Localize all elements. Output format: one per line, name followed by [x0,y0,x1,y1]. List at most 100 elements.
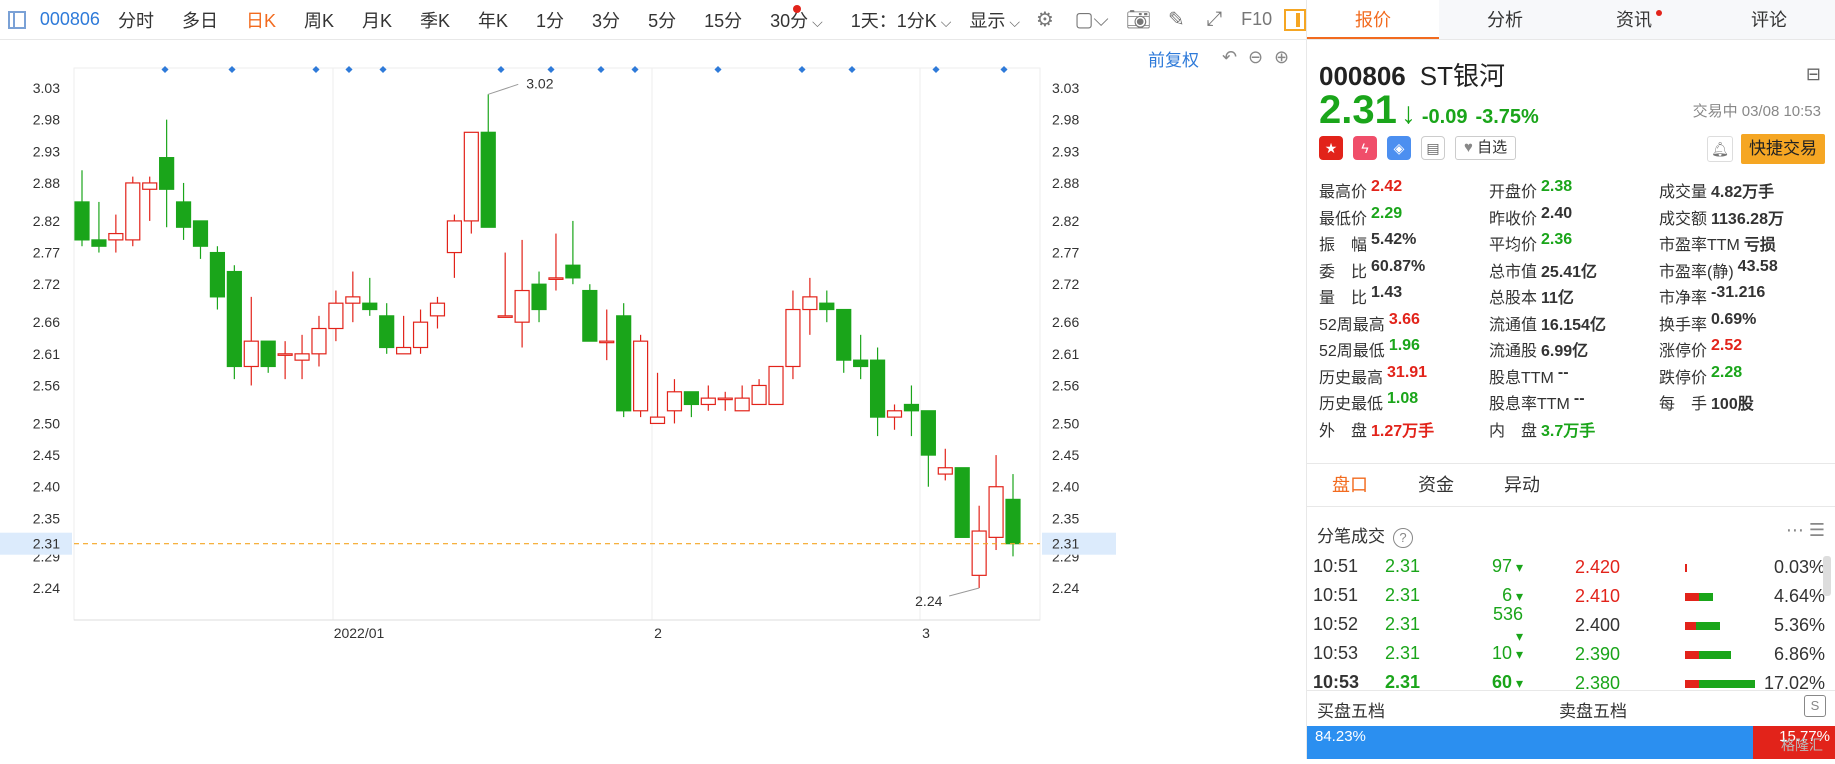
quote-value: 1.27万手 [1371,422,1435,440]
quote-cell: 市净率 -31.216 [1659,284,1829,311]
quote-row: 52周最高 3.66 流通值 16.154亿 换手率 0.69% [1319,311,1829,338]
f10-button[interactable]: F10 [1241,9,1272,30]
tick-list: 10:512.319710:512.31610:522.3153610:532.… [1313,552,1523,697]
ticks-title: 分笔成交? [1317,522,1413,548]
kline-chart[interactable]: 3.03 3.03 2.98 2.98 2.93 2.93 2.88 2.88 2.82 2.82… [0,40,1306,759]
candle-body [819,302,835,311]
candle-body [514,289,530,323]
quote-value: 2.38 [1541,178,1573,195]
quote-row: 历史最低 1.08 股息率TTM -- 每 手 100股 [1319,390,1829,417]
tick-p: 2.31 [1385,614,1421,634]
candle-body [497,315,513,318]
five-toggle-icon[interactable]: S [1804,695,1826,717]
candle-body [379,315,395,349]
buy-five-label: 买盘五档 [1317,702,1385,721]
add-watchlist-button[interactable]: ♥ 自选 [1455,136,1517,160]
depth-row: 2.390 6.86% [1575,640,1825,669]
y-tick-left: 3.03 [33,80,60,96]
tab-period[interactable]: 月K [362,7,392,33]
sidebar-toggle-icon[interactable] [8,10,26,29]
tab-period[interactable]: 日K [246,7,276,33]
quote-row: 振 幅 5.42% 平均价 2.36 市盈率TTM 亏损 [1319,231,1829,258]
camera-icon[interactable]: 📷︎ [1126,9,1151,31]
quote-row: 外 盘 1.27万手内 盘 3.7万手 [1319,417,1829,444]
tick-row: 10:53 2.31 10 [1313,639,1523,668]
note-icon[interactable]: ▤ [1421,136,1445,160]
help-icon[interactable]: ? [1393,528,1413,548]
y-tick-left: 2.24 [33,580,60,596]
kline-svg[interactable]: 3.03 3.03 2.98 2.98 2.93 2.93 2.88 2.88 2.82 2.82… [0,40,1306,759]
tab-abnormal[interactable]: 异动 [1479,464,1565,506]
scrollbar[interactable] [1823,556,1831,596]
x-tick-label: 2022/01 [334,625,385,641]
candle-body [988,486,1004,538]
tab-orderbook[interactable]: 盘口 [1307,464,1393,506]
tab-period[interactable]: 5分 [648,7,676,33]
tab-period[interactable]: 分时 [118,7,154,33]
candle-body [565,264,581,279]
sell-five-label: 卖盘五档 [1559,702,1627,721]
quick-trade-button[interactable]: 快捷交易 [1741,134,1825,164]
ticks-title-label: 分笔成交 [1317,527,1385,546]
tab-capital[interactable]: 资金 [1393,464,1479,506]
tab-period[interactable]: 年K [478,7,508,33]
layout-icon[interactable]: ⊟ [1806,64,1821,85]
quote-cell: 52周最低 1.96 [1319,337,1489,364]
y-tick-left: 2.77 [33,245,60,261]
badge-row: ★ ϟ ◈ ▤ ♥ 自选 [1319,136,1517,160]
adjust-button[interactable]: 前复权 [1148,46,1199,71]
more-icon[interactable]: ⋯ ☰ [1786,520,1825,541]
expand-icon[interactable]: ⤢ [1203,8,1225,31]
quote-panel: 报价 分析 资讯 评论 000806 ST银河 ⊟ 2.31 ↓ -0.09 -3… [1306,0,1835,759]
quote-cell: 52周最高 3.66 [1319,311,1489,338]
quote-label: 历史最高 [1319,369,1384,387]
quote-label: 最低价 [1319,210,1368,228]
tab-period[interactable]: 周K [304,7,334,33]
tab-quote[interactable]: 报价 [1307,0,1439,39]
reset-icon[interactable]: ↶ [1222,47,1237,68]
tab-comments[interactable]: 评论 [1703,0,1835,39]
pencil-icon[interactable]: ✎ [1166,9,1188,31]
x-tick-label: 2 [654,625,662,641]
tab-period[interactable]: 季K [420,7,450,33]
tab-period[interactable]: 多日 [182,7,218,33]
y-tick-left: 2.45 [33,447,60,463]
quote-row: 最高价 2.42 开盘价 2.38 成交量 4.82万手 [1319,178,1829,205]
quote-cell: 最高价 2.42 [1319,178,1489,205]
depth-list: 2.420 0.03% 2.410 4.64% 2.400 5.36% 2.390 6.86%… [1575,553,1825,698]
settings-icon[interactable]: ⚙ [1034,9,1056,31]
panel-toggle-icon[interactable] [1284,8,1307,31]
lightning-icon[interactable]: ϟ [1353,136,1377,160]
quote-label: 历史最低 [1319,396,1384,413]
tab-analysis[interactable]: 分析 [1439,0,1571,39]
y-tick-left: 2.50 [33,415,60,431]
quote-value: 6.99亿 [1541,343,1589,360]
zoom-in-icon[interactable]: ⊕ [1274,47,1289,68]
quote-label: 外 盘 [1319,422,1368,440]
quote-value: 16.154亿 [1541,316,1606,334]
candle-body [311,327,327,355]
buy-ratio: 84.23% [1307,726,1753,759]
depth-price: 2.390 [1575,644,1621,664]
tab-period[interactable]: 3分 [592,7,620,33]
stock-code-tab[interactable]: 000806 [40,9,100,30]
rect-icon[interactable]: ▢⌵ [1072,9,1112,31]
tag-icon[interactable]: ◈ [1387,136,1411,160]
candle-body [903,403,920,412]
display-select[interactable]: 显示 [969,7,1020,33]
tab-news[interactable]: 资讯 [1571,0,1703,39]
quote-label: 开盘价 [1489,184,1538,201]
quote-value: 1.08 [1387,390,1419,407]
tab-period[interactable]: 15分 [704,7,742,33]
quote-label: 跌停价 [1659,369,1708,387]
quote-value: 2.36 [1541,231,1573,248]
quote-cell: 每 手 100股 [1659,390,1829,417]
quote-label: 股息率TTM [1489,396,1570,413]
y-tick-right: 2.50 [1052,415,1079,431]
trade-status: 交易中 03/08 10:53 [1692,103,1821,120]
tab-period[interactable]: 1分 [536,7,564,33]
period-select[interactable]: 1天：1分K [851,7,952,33]
candle-body [683,391,699,406]
alert-bell-icon[interactable]: 🔔︎ [1707,136,1733,162]
zoom-out-icon[interactable]: ⊖ [1248,47,1263,68]
